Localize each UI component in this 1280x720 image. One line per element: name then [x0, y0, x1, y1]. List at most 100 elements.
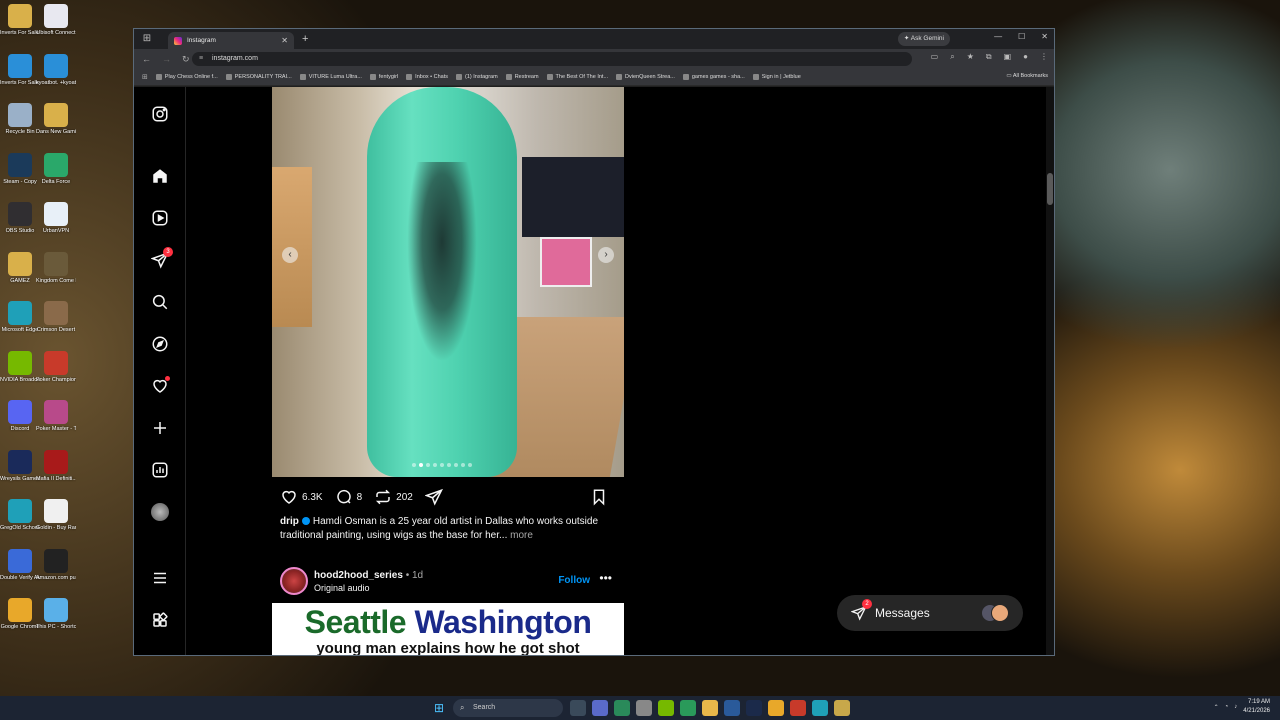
post2-audio[interactable]: Original audio [314, 583, 370, 593]
menu-icon[interactable]: ⋮ [1040, 52, 1048, 62]
desktop-icon[interactable]: GAMEZ [0, 251, 40, 285]
network-icon[interactable]: ◔ [1225, 704, 1229, 710]
app-icon-3[interactable] [680, 700, 696, 716]
task-view-icon[interactable] [570, 700, 586, 716]
create-icon[interactable] [151, 419, 169, 437]
desktop-icon[interactable]: Dans New Gaming PICS [36, 103, 76, 136]
desktop-icon[interactable]: Steam - Copy [0, 152, 40, 186]
desktop-icon[interactable]: Wreysils Games a... [0, 449, 40, 483]
bookmark-star-icon[interactable]: ★ [967, 52, 974, 62]
desktop-icon[interactable]: Kingdom Come Deliv... [36, 251, 76, 285]
desktop-icon[interactable]: Amazon.com push ups (... [36, 548, 76, 582]
desktop-icon[interactable]: Poker Master - Texas Hol... [36, 400, 76, 433]
home-icon[interactable] [151, 167, 169, 185]
messages-button[interactable]: 2 Messages [837, 595, 1023, 631]
app-icon-4[interactable] [724, 700, 740, 716]
bookmark-item[interactable]: Sign in | Jetblue [752, 74, 801, 80]
desktop-icon[interactable]: Ubisoft Connect [36, 4, 76, 37]
page-scrollbar[interactable] [1046, 87, 1054, 655]
dashboard-icon[interactable] [151, 461, 169, 479]
close-window-icon[interactable]: ✕ [1041, 32, 1048, 41]
desktop-icon[interactable]: Google Chrome [0, 598, 40, 631]
desktop-icon[interactable]: This PC - Shortcut [36, 598, 76, 631]
app-icon-5[interactable] [790, 700, 806, 716]
back-icon[interactable]: ← [142, 54, 151, 64]
caption-more-link[interactable]: more [510, 530, 533, 541]
desktop-icon[interactable]: NVIDIA Broadcast [0, 350, 40, 384]
carousel-next-icon[interactable]: › [598, 247, 614, 263]
volume-icon[interactable]: ♪ [1234, 704, 1237, 710]
forward-icon[interactable]: → [162, 54, 171, 64]
new-tab-button[interactable]: + [302, 33, 308, 45]
reload-icon[interactable]: ↻ [182, 54, 190, 65]
desktop-icon[interactable]: Poker Champions... [36, 350, 76, 384]
settings-icon[interactable] [636, 700, 652, 716]
apps-icon[interactable]: ⊞ [142, 73, 148, 81]
zoom-icon[interactable]: ⌕ [950, 52, 954, 62]
desktop-icon[interactable]: Double Verify Authenticat... [0, 548, 40, 582]
post-image[interactable]: ‹ › [272, 87, 624, 477]
app-icon-6[interactable] [834, 700, 850, 716]
bookmark-item[interactable]: VITURE Luma Ultra... [299, 74, 362, 80]
taskbar-search[interactable]: ⌕ Search [453, 699, 563, 717]
all-bookmarks[interactable]: ▭ All Bookmarks [1006, 73, 1048, 79]
post2-more-icon[interactable]: ••• [599, 571, 612, 585]
bookmark-item[interactable]: fentygirl [369, 74, 398, 80]
comment-button[interactable]: 8 [335, 488, 362, 506]
profile-avatar[interactable] [151, 503, 169, 521]
close-tab-icon[interactable]: ✕ [281, 36, 288, 45]
desktop-icon[interactable]: Inverts For Sale - Spide... [0, 4, 40, 37]
post2-avatar[interactable] [280, 567, 308, 595]
desktop-icon[interactable]: Recycle Bin [0, 103, 40, 136]
post2-image[interactable]: Seattle Washington young man explains ho… [272, 603, 624, 655]
tab-groups-icon[interactable]: ⊞ [140, 32, 154, 46]
bookmark-item[interactable]: PERSONALITY TRAI... [225, 74, 292, 80]
maximize-icon[interactable]: ☐ [1018, 32, 1025, 41]
tray-chevron-icon[interactable]: ⌃ [1214, 704, 1219, 711]
scrollbar-thumb[interactable] [1047, 173, 1053, 205]
like-button[interactable]: 6.3K [280, 488, 323, 506]
desktop-icon[interactable]: Delta Force [36, 152, 76, 186]
desktop-icon[interactable]: Inverts For Sale - Spide... [0, 53, 40, 87]
sidepanel-icon[interactable]: ▣ [1004, 52, 1012, 62]
file-explorer-icon[interactable] [702, 700, 718, 716]
explore-icon[interactable] [151, 335, 169, 353]
bookmark-item[interactable]: DvienQueen Strea... [616, 74, 675, 80]
bookmark-item[interactable]: Restream [505, 74, 539, 80]
desktop-icon[interactable]: Discord [0, 400, 40, 433]
desktop-icon[interactable]: GregOld School Run... [0, 499, 40, 532]
desktop-icon[interactable]: Microsoft Edge [0, 301, 40, 334]
instagram-logo-icon[interactable] [151, 105, 169, 123]
bookmark-item[interactable]: Play Chess Online f... [155, 74, 218, 80]
desktop-icon[interactable]: kyoatbot. +kyoatbo... [36, 53, 76, 87]
chrome-icon[interactable] [768, 700, 784, 716]
site-info-icon[interactable]: ≡ [199, 52, 203, 66]
desktop-icon[interactable]: UrbanVPN [36, 202, 76, 235]
install-icon[interactable]: ▭ [931, 52, 939, 62]
bookmark-item[interactable]: Inbox • Chats [406, 74, 448, 80]
extensions-icon[interactable]: ⧉ [986, 52, 992, 62]
save-button[interactable] [590, 488, 608, 506]
tab-instagram[interactable]: Instagram ✕ [168, 32, 294, 49]
nvidia-icon[interactable] [658, 700, 674, 716]
steam-icon[interactable] [746, 700, 762, 716]
desktop-icon[interactable]: Mafia II Definiti... [36, 449, 76, 483]
more-menu-icon[interactable] [151, 569, 169, 587]
ask-gemini-button[interactable]: ✦ Ask Gemini [897, 32, 950, 46]
carousel-prev-icon[interactable]: ‹ [282, 247, 298, 263]
also-from-meta-icon[interactable] [151, 611, 169, 629]
desktop-icon[interactable]: Crimson Desert [36, 301, 76, 334]
minimize-icon[interactable]: — [994, 32, 1002, 41]
address-bar[interactable]: ≡ instagram.com [192, 52, 912, 66]
clock[interactable]: 7:19 AM 4/21/2026 [1243, 698, 1270, 716]
notifications-heart-icon[interactable] [151, 376, 170, 395]
app-icon-2[interactable] [614, 700, 630, 716]
bookmark-item[interactable]: games games - sha... [682, 74, 745, 80]
post-username[interactable]: drip [280, 516, 299, 527]
follow-button[interactable]: Follow [558, 575, 590, 586]
post2-username[interactable]: hood2hood_series [314, 570, 403, 581]
profile-icon[interactable]: ● [1023, 52, 1028, 62]
bookmark-item[interactable]: The Best Of The Int... [546, 74, 608, 80]
reels-icon[interactable] [151, 209, 169, 227]
repost-button[interactable]: 202 [374, 488, 413, 506]
